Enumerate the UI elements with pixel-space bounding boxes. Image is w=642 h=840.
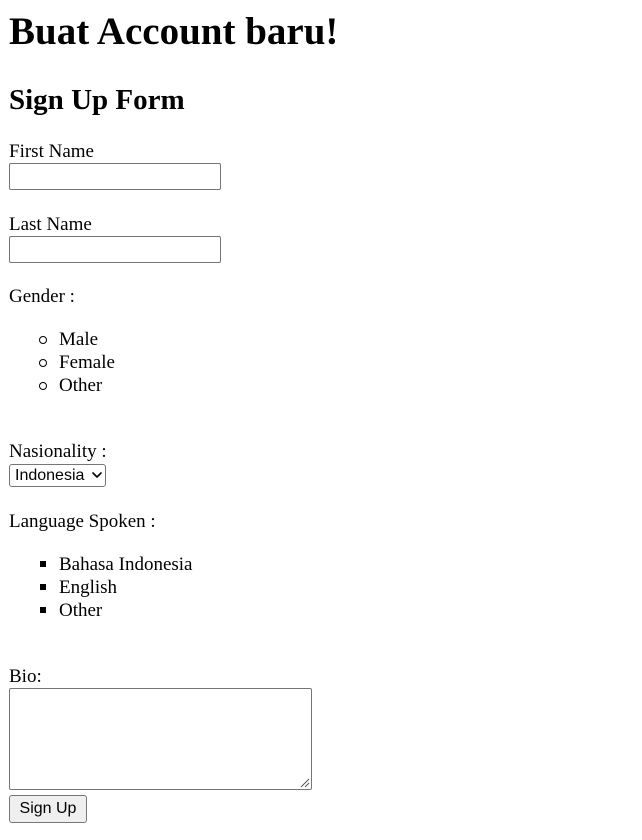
last-name-label: Last Name <box>9 214 92 235</box>
gender-option-label: Female <box>59 352 115 373</box>
nationality-label: Nasionality : <box>9 441 107 462</box>
language-option-label: Other <box>59 600 103 621</box>
square-bullet-icon <box>40 561 46 567</box>
square-bullet-icon <box>40 607 46 613</box>
language-list: Bahasa Indonesia English Other <box>9 553 192 622</box>
gender-label: Gender : <box>9 286 75 307</box>
last-name-input[interactable] <box>9 236 221 263</box>
language-option-english: English <box>9 576 192 599</box>
gender-option-female: Female <box>9 351 115 374</box>
circle-bullet-icon <box>39 336 47 344</box>
language-option-label: English <box>59 577 118 598</box>
circle-bullet-icon <box>39 382 47 390</box>
chevron-down-icon <box>92 472 102 478</box>
language-option-other: Other <box>9 599 192 622</box>
gender-option-label: Male <box>59 329 99 350</box>
language-option-label: Bahasa Indonesia <box>59 554 193 575</box>
language-option-bahasa: Bahasa Indonesia <box>9 553 192 576</box>
gender-list: Male Female Other <box>9 328 115 397</box>
form-title: Sign Up Form <box>9 84 185 116</box>
first-name-label: First Name <box>9 141 94 162</box>
sign-up-button[interactable]: Sign Up <box>9 795 87 823</box>
first-name-input[interactable] <box>9 163 221 190</box>
bio-label: Bio: <box>9 666 42 687</box>
gender-option-label: Other <box>59 375 103 396</box>
square-bullet-icon <box>40 584 46 590</box>
page-title: Buat Account baru! <box>9 10 339 53</box>
bio-textarea[interactable] <box>9 688 312 790</box>
language-label: Language Spoken : <box>9 511 156 532</box>
gender-option-male: Male <box>9 328 115 351</box>
circle-bullet-icon <box>39 359 47 367</box>
nationality-select[interactable]: Indonesia <box>9 464 106 487</box>
nationality-selected-value: Indonesia <box>15 467 85 484</box>
gender-option-other: Other <box>9 374 115 397</box>
